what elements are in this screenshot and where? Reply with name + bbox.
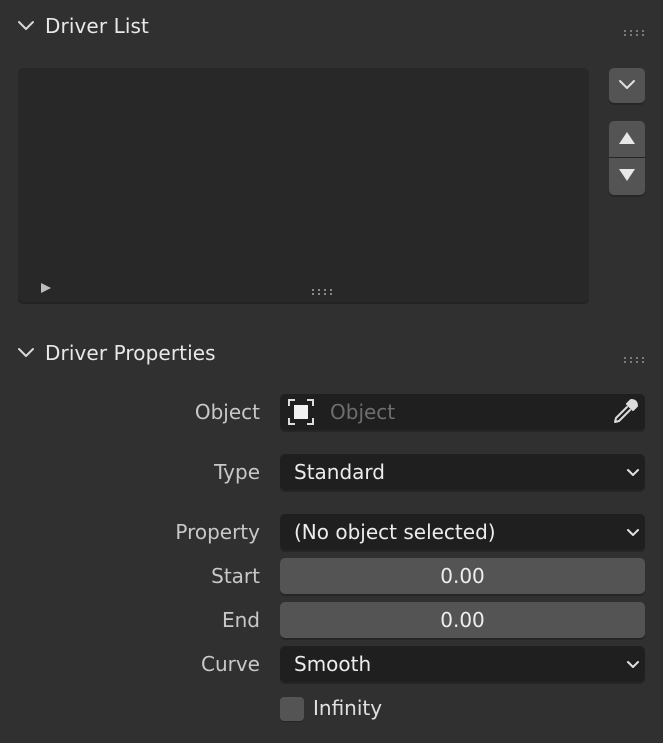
driver-list-title: Driver List <box>45 14 149 38</box>
list-menu-button[interactable] <box>609 68 645 103</box>
chevron-down-icon[interactable] <box>15 342 37 364</box>
drag-grip-icon[interactable] <box>623 22 645 36</box>
properties-editor: Driver List Driver Properties Object Obj… <box>0 0 663 743</box>
start-label: Start <box>211 564 260 588</box>
driver-properties-title: Driver Properties <box>45 341 216 365</box>
curve-dropdown[interactable]: Smooth <box>280 646 645 682</box>
property-dropdown[interactable]: (No object selected) <box>280 514 645 550</box>
chevron-down-icon <box>618 76 636 95</box>
object-cube-icon <box>288 399 314 425</box>
type-label: Type <box>214 460 260 484</box>
infinity-label[interactable]: Infinity <box>313 696 382 720</box>
property-label: Property <box>175 520 260 544</box>
end-label: End <box>221 608 260 632</box>
move-down-button[interactable] <box>609 158 645 195</box>
chevron-down-icon <box>625 524 641 540</box>
end-number-field[interactable]: 0.00 <box>280 602 645 638</box>
triangle-up-icon <box>618 130 636 149</box>
property-value: (No object selected) <box>294 520 496 544</box>
object-placeholder: Object <box>330 400 396 424</box>
object-label: Object <box>194 400 260 424</box>
drag-grip-icon[interactable] <box>623 349 645 363</box>
end-value: 0.00 <box>440 608 485 632</box>
type-value: Standard <box>294 460 385 484</box>
move-up-button[interactable] <box>609 121 645 157</box>
object-field[interactable]: Object <box>280 394 645 430</box>
infinity-checkbox[interactable] <box>280 697 304 721</box>
curve-label: Curve <box>200 652 260 676</box>
chevron-down-icon <box>625 464 641 480</box>
curve-value: Smooth <box>294 652 372 676</box>
driver-list[interactable] <box>18 68 589 302</box>
chevron-down-icon <box>625 656 641 672</box>
driver-list-panel-header[interactable]: Driver List <box>0 6 663 46</box>
list-resize-grip-icon[interactable] <box>311 281 333 295</box>
triangle-down-icon <box>618 167 636 186</box>
driver-properties-panel-header[interactable]: Driver Properties <box>0 333 663 373</box>
play-triangle-icon[interactable] <box>40 279 52 293</box>
type-dropdown[interactable]: Standard <box>280 454 645 490</box>
eyedropper-icon[interactable] <box>611 398 639 426</box>
start-number-field[interactable]: 0.00 <box>280 558 645 594</box>
chevron-down-icon[interactable] <box>15 15 37 37</box>
start-value: 0.00 <box>440 564 485 588</box>
